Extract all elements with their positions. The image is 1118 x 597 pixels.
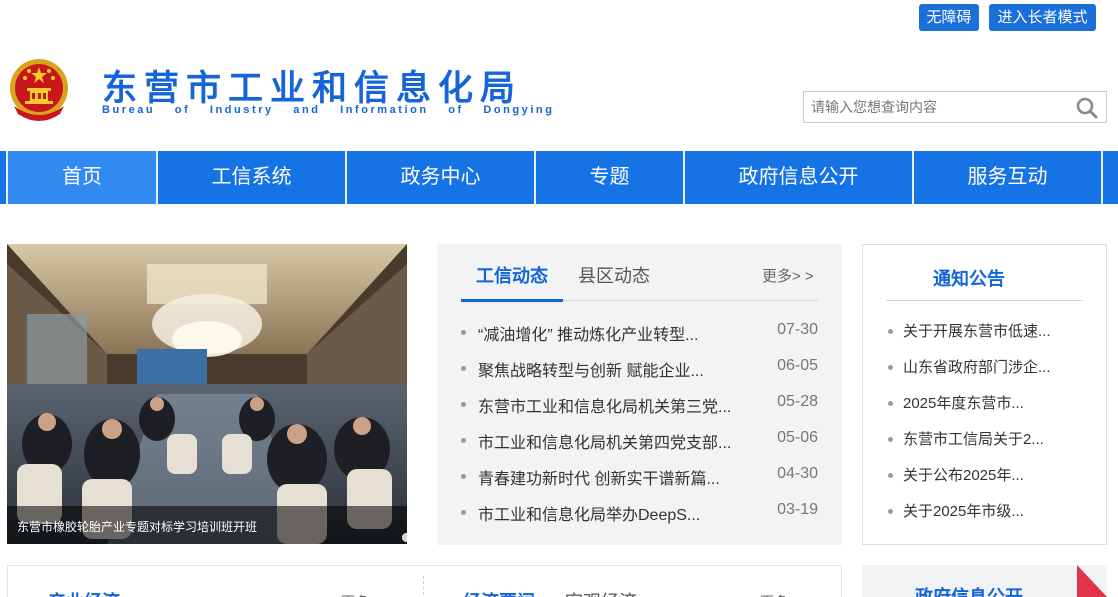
bullet [888, 509, 893, 514]
bullet [461, 330, 466, 335]
slider-dot-4[interactable] [402, 533, 407, 542]
news-title[interactable]: 市工业和信息化局举办DeepS... [478, 501, 733, 525]
industry-more-link[interactable]: 更多 [341, 592, 369, 597]
nav-item-industry-system[interactable]: 工信系统 [158, 151, 345, 204]
slide-caption[interactable]: 东营市橡胶轮胎产业专题对标学习培训班开班 [17, 518, 257, 535]
panel-divider [423, 576, 424, 597]
search-box[interactable] [803, 91, 1107, 123]
nav-item-home[interactable]: 首页 [8, 151, 156, 204]
news-date: 04-30 [777, 465, 818, 482]
list-item[interactable]: “减油增化” 推动炼化产业转型... 07-30 [461, 321, 818, 345]
notice-panel: 通知公告 关于开展东营市低速... 山东省政府部门涉企... 2025年度东营市… [862, 244, 1107, 545]
active-tab-indicator [461, 299, 563, 302]
nav-item-info-disclosure[interactable]: 政府信息公开 [685, 151, 912, 204]
news-date: 03-19 [777, 501, 818, 518]
bullet [461, 438, 466, 443]
tab-economic-news[interactable]: 经济要闻 [463, 588, 535, 597]
tab-macro-economy[interactable]: 宏观经济 [565, 588, 637, 597]
site-subtitle: Bureau of Industry and Information of Do… [102, 104, 555, 116]
news-date: 07-30 [777, 321, 818, 338]
news-title[interactable]: 聚焦战略转型与创新 赋能企业... [478, 357, 733, 381]
search-icon[interactable] [1076, 97, 1098, 119]
bullet [888, 401, 893, 406]
news-date: 06-05 [777, 357, 818, 374]
economy-more-link[interactable]: 更多 [760, 592, 788, 597]
news-title[interactable]: “减油增化” 推动炼化产业转型... [478, 321, 733, 345]
news-date: 05-06 [777, 429, 818, 446]
list-item[interactable]: 东营市工信局关于2... [888, 428, 1088, 450]
list-item[interactable]: 东营市工业和信息化局机关第三党... 05-28 [461, 393, 818, 417]
main-nav: 首页 工信系统 政务中心 专题 政府信息公开 服务互动 [0, 151, 1118, 204]
bullet [461, 402, 466, 407]
news-slider[interactable]: 东营市橡胶轮胎产业专题对标学习培训班开班 [7, 244, 407, 544]
list-item[interactable]: 聚焦战略转型与创新 赋能企业... 06-05 [461, 357, 818, 381]
bullet [461, 366, 466, 371]
nav-item-topics[interactable]: 专题 [536, 151, 683, 204]
bottom-news-panel: 产业经济 更多 经济要闻 宏观经济 更多 [7, 565, 842, 597]
slide-image[interactable] [7, 244, 407, 544]
list-item[interactable]: 关于开展东营市低速... [888, 320, 1088, 342]
news-date: 05-28 [777, 393, 818, 410]
list-item[interactable]: 关于2025年市级... [888, 500, 1088, 522]
info-disclosure-title[interactable]: 政府信息公开 [862, 583, 1076, 597]
news-panel: 工信动态 县区动态 更多> > “减油增化” 推动炼化产业转型... 07-30… [437, 244, 842, 545]
elder-mode-button[interactable]: 进入长者模式 [989, 4, 1096, 31]
bullet [461, 474, 466, 479]
notice-item-title[interactable]: 关于2025年市级... [903, 500, 1024, 521]
info-disclosure-panel: 政府信息公开 [862, 565, 1107, 597]
nav-item-affairs-center[interactable]: 政务中心 [347, 151, 534, 204]
tab-county-news[interactable]: 县区动态 [578, 262, 650, 288]
corner-ribbon-icon [1077, 565, 1107, 597]
news-title[interactable]: 青春建功新时代 创新实干谱新篇... [478, 465, 733, 489]
notice-item-title[interactable]: 东营市工信局关于2... [903, 428, 1044, 449]
notice-item-title[interactable]: 2025年度东营市... [903, 392, 1024, 413]
list-item[interactable]: 市工业和信息化局举办DeepS... 03-19 [461, 501, 818, 525]
list-item[interactable]: 青春建功新时代 创新实干谱新篇... 04-30 [461, 465, 818, 489]
list-item[interactable]: 市工业和信息化局机关第四党支部... 05-06 [461, 429, 818, 453]
bullet [888, 365, 893, 370]
tab-industry-news[interactable]: 工信动态 [476, 262, 548, 288]
notice-title[interactable]: 通知公告 [863, 265, 1075, 291]
bullet [888, 473, 893, 478]
national-emblem-icon [8, 58, 70, 124]
news-more-link[interactable]: 更多> > [762, 265, 814, 286]
nav-item-service-interaction[interactable]: 服务互动 [914, 151, 1101, 204]
nav-separator [1101, 151, 1103, 204]
notice-divider [886, 300, 1083, 301]
list-item[interactable]: 2025年度东营市... [888, 392, 1088, 414]
list-item[interactable]: 山东省政府部门涉企... [888, 356, 1088, 378]
bullet [461, 510, 466, 515]
bullet [888, 437, 893, 442]
notice-item-title[interactable]: 关于公布2025年... [903, 464, 1024, 485]
tab-industry-economy[interactable]: 产业经济 [48, 588, 120, 597]
news-title[interactable]: 东营市工业和信息化局机关第三党... [478, 393, 733, 417]
list-item[interactable]: 关于公布2025年... [888, 464, 1088, 486]
accessibility-button[interactable]: 无障碍 [919, 4, 979, 31]
search-input[interactable] [804, 92, 1072, 122]
news-title[interactable]: 市工业和信息化局机关第四党支部... [478, 429, 733, 453]
bullet [888, 329, 893, 334]
slide-caption-bar: 东营市橡胶轮胎产业专题对标学习培训班开班 [7, 506, 407, 544]
notice-item-title[interactable]: 山东省政府部门涉企... [903, 356, 1051, 377]
notice-item-title[interactable]: 关于开展东营市低速... [903, 320, 1051, 341]
